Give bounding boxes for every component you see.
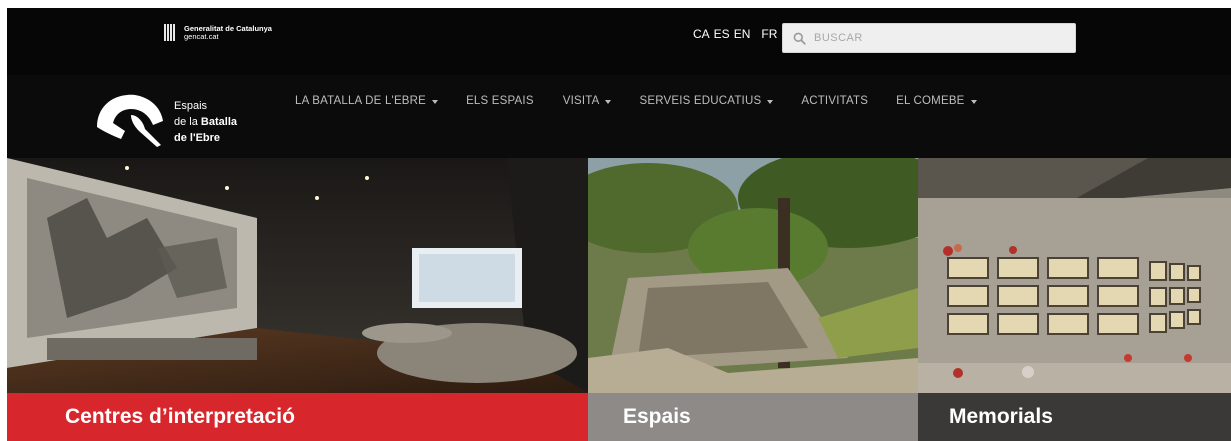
main-menu: LA BATALLA DE L'EBRE ELS ESPAIS VISITA S…	[295, 95, 977, 107]
panel-centres-interpretacio[interactable]: Centres d’interpretació	[7, 158, 588, 441]
main-navbar: Espais de la Batalla de l'Ebre LA BATALL…	[7, 75, 1231, 158]
search-input[interactable]	[814, 32, 1054, 44]
language-switcher: CA ES EN FR	[693, 27, 777, 41]
panel-memorials[interactable]: Memorials	[918, 158, 1231, 441]
search-icon[interactable]	[793, 32, 806, 45]
site-title-line3: de l'Ebre	[174, 132, 221, 144]
menu-item-visita[interactable]: VISITA	[563, 95, 612, 107]
trench-landscape-image	[588, 158, 918, 393]
caret-down-icon	[767, 99, 774, 104]
lang-fr[interactable]: FR	[761, 27, 777, 41]
page-frame: Generalitat de Catalunya gencat.cat CA E…	[7, 8, 1231, 441]
site-title[interactable]: Espais de la Batalla de l'Ebre	[174, 98, 237, 146]
lang-en[interactable]: EN	[734, 27, 751, 41]
search-box	[782, 23, 1076, 53]
gencat-link[interactable]: Generalitat de Catalunya gencat.cat	[164, 24, 272, 41]
menu-item-el-comebe[interactable]: EL COMEBE	[896, 95, 977, 107]
caret-down-icon	[432, 99, 439, 104]
menu-item-els-espais[interactable]: ELS ESPAIS	[466, 95, 534, 107]
menu-item-la-batalla[interactable]: LA BATALLA DE L'EBRE	[295, 95, 439, 107]
memorial-wall-image	[918, 158, 1231, 393]
helmet-logo-icon[interactable]	[91, 85, 171, 149]
caret-down-icon	[605, 99, 612, 104]
gencat-logo-icon	[164, 24, 178, 41]
panel-label-espais: Espais	[588, 393, 918, 441]
menu-item-activitats[interactable]: ACTIVITATS	[801, 95, 868, 107]
lang-ca[interactable]: CA	[693, 27, 710, 41]
panel-label-memorials: Memorials	[918, 393, 1231, 441]
feature-panels: Centres d’interpretació Espais Memorials	[7, 158, 1231, 441]
caret-down-icon	[970, 99, 977, 104]
museum-interior-image	[7, 158, 588, 393]
menu-item-serveis-educatius[interactable]: SERVEIS EDUCATIUS	[639, 95, 774, 107]
panel-espais[interactable]: Espais	[588, 158, 918, 441]
gencat-text: Generalitat de Catalunya gencat.cat	[184, 24, 272, 41]
lang-es[interactable]: ES	[714, 27, 730, 41]
site-title-line2: de la Batalla	[174, 116, 237, 128]
gencat-domain: gencat.cat	[184, 31, 219, 41]
site-title-line1: Espais	[174, 100, 208, 112]
panel-label-centres: Centres d’interpretació	[7, 393, 588, 441]
top-bar: Generalitat de Catalunya gencat.cat CA E…	[7, 8, 1231, 75]
